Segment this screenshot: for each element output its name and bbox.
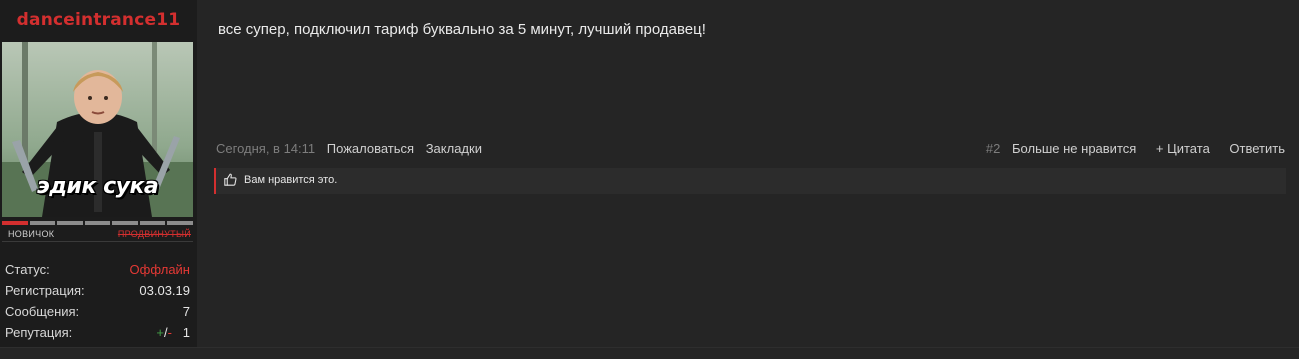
- rank-segment: [2, 221, 28, 225]
- post-meta-right: #2 Больше не нравится + Цитата Ответить: [978, 141, 1285, 156]
- stat-status-value: Оффлайн: [129, 262, 190, 277]
- username-link[interactable]: danceintrance11: [0, 10, 197, 30]
- stat-status: Статус: Оффлайн: [0, 260, 197, 281]
- stat-status-label: Статус:: [5, 262, 50, 277]
- footer-strip: [0, 347, 1299, 359]
- reputation-plus-button[interactable]: +: [156, 325, 164, 340]
- rank-segment: [139, 221, 166, 225]
- rank-segment: [167, 221, 194, 225]
- rank-segment: [84, 221, 111, 225]
- reply-button[interactable]: Ответить: [1229, 141, 1285, 156]
- likes-summary: Вам нравится это.: [214, 168, 1286, 194]
- likes-text: Вам нравится это.: [244, 174, 338, 186]
- rank-current-label: Новичок: [8, 229, 55, 239]
- stat-registration-label: Регистрация:: [5, 283, 85, 298]
- post-meta-left: Сегодня, в 14:11 Пожаловаться Закладки: [216, 141, 490, 156]
- divider: [2, 241, 193, 242]
- post-date[interactable]: Сегодня, в 14:11: [216, 141, 315, 156]
- avatar[interactable]: эдик сука: [2, 42, 193, 217]
- rank-segment: [29, 221, 56, 225]
- reputation-minus-button[interactable]: -: [168, 325, 172, 340]
- stat-messages-value[interactable]: 7: [183, 304, 190, 319]
- report-link[interactable]: Пожаловаться: [327, 141, 414, 156]
- stat-reputation-value: +/- 1: [156, 325, 190, 340]
- stat-reputation-label: Репутация:: [5, 325, 73, 340]
- quote-button[interactable]: + Цитата: [1156, 141, 1210, 156]
- post-number-link[interactable]: #2: [986, 141, 1000, 156]
- unlike-button[interactable]: Больше не нравится: [1012, 141, 1136, 156]
- bookmarks-link[interactable]: Закладки: [426, 141, 482, 156]
- stat-messages: Сообщения: 7: [0, 302, 197, 323]
- stat-registration-value: 03.03.19: [139, 283, 190, 298]
- post-message-text: все супер, подключил тариф буквально за …: [218, 21, 706, 38]
- thumbs-up-icon: [224, 173, 237, 186]
- reputation-count: 1: [182, 325, 190, 340]
- rank-labels: Новичок Продвинутый: [2, 227, 193, 241]
- stat-messages-label: Сообщения:: [5, 304, 80, 319]
- stat-registration: Регистрация: 03.03.19: [0, 281, 197, 302]
- rank-progress-bar: [2, 221, 194, 225]
- rank-segment: [57, 221, 83, 225]
- rank-next-label: Продвинутый: [117, 229, 191, 239]
- user-sidebar: danceintrance11 эдик сука НОВИЧОК ПРОДВИ…: [0, 0, 197, 347]
- avatar-caption: эдик сука: [36, 174, 159, 199]
- rank-segment: [112, 221, 138, 225]
- stat-reputation: Репутация: +/- 1: [0, 323, 197, 344]
- user-stats: Статус: Оффлайн Регистрация: 03.03.19 Со…: [0, 260, 197, 344]
